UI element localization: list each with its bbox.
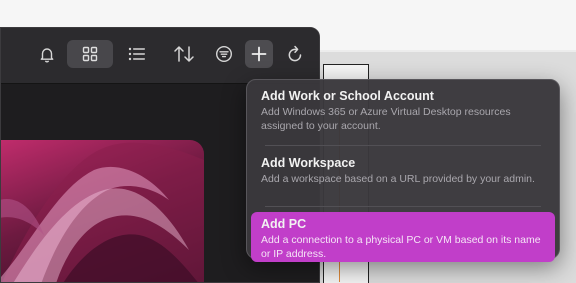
grid-view-button[interactable]: [67, 40, 113, 68]
menu-item-add-pc[interactable]: Add PC Add a connection to a physical PC…: [251, 212, 555, 262]
add-menu-popup: Add Work or School Account Add Windows 3…: [246, 79, 560, 262]
menu-item-description: Add a workspace based on a URL provided …: [261, 173, 535, 185]
menu-item-title: Add PC: [261, 217, 307, 231]
refresh-icon[interactable]: [283, 40, 307, 68]
pc-thumbnail-wallpaper[interactable]: [1, 140, 204, 282]
grid-view-icon: [82, 46, 98, 62]
sort-icon[interactable]: [171, 40, 197, 68]
plus-icon: [251, 46, 267, 62]
menu-item-description: Add a connection to a physical PC or VM …: [261, 234, 541, 260]
menu-item-title: Add Workspace: [261, 156, 356, 170]
list-view-icon[interactable]: [123, 40, 151, 68]
menu-separator: [265, 145, 541, 146]
filter-icon[interactable]: [211, 40, 237, 68]
bell-icon[interactable]: [35, 40, 59, 68]
menu-item-add-workspace[interactable]: Add Workspace Add a workspace based on a…: [251, 151, 555, 201]
menu-item-add-work-or-school-account[interactable]: Add Work or School Account Add Windows 3…: [251, 84, 555, 140]
menu-item-description: Add Windows 365 or Azure Virtual Desktop…: [261, 106, 511, 132]
menu-item-title: Add Work or School Account: [261, 89, 434, 103]
toolbar: [1, 28, 319, 84]
menu-separator: [265, 206, 541, 207]
add-button[interactable]: [245, 40, 273, 68]
